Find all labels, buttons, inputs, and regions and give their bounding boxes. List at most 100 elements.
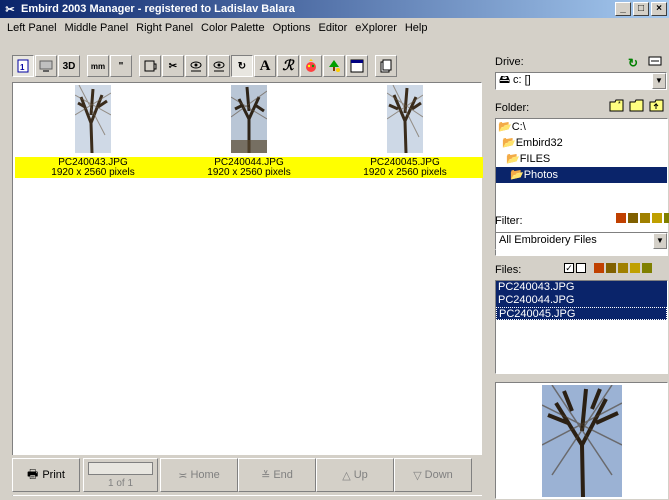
filter-select[interactable]: All Embroidery Files ▼ bbox=[495, 232, 668, 250]
chevron-down-icon[interactable]: ▼ bbox=[652, 73, 666, 89]
window-controls: _ □ × bbox=[613, 2, 667, 16]
monitor-icon[interactable] bbox=[35, 55, 57, 77]
title-bar: ✂ Embird 2003 Manager - registered to La… bbox=[0, 0, 669, 18]
view-list-icon[interactable] bbox=[618, 263, 628, 273]
view-grid-icon[interactable] bbox=[664, 213, 669, 223]
scissors-icon[interactable]: ✂ bbox=[162, 55, 184, 77]
checkbox-checked[interactable]: ✓ bbox=[564, 263, 574, 273]
drive-label: Drive: bbox=[495, 56, 524, 68]
menu-bar: Left Panel Middle Panel Right Panel Colo… bbox=[0, 18, 669, 37]
folder-item[interactable]: 📂FILES bbox=[496, 151, 667, 167]
refresh-icon[interactable]: ↻ bbox=[624, 54, 642, 72]
checkbox-unchecked[interactable] bbox=[576, 263, 586, 273]
view-small-icon[interactable] bbox=[606, 263, 616, 273]
folder-item-selected[interactable]: 📂Photos bbox=[496, 167, 667, 183]
tree-photo-thumbnail bbox=[387, 85, 423, 153]
menu-editor[interactable]: Editor bbox=[315, 22, 352, 34]
menu-help[interactable]: Help bbox=[401, 22, 432, 34]
thumbnail-item[interactable]: PC240043.JPG 1920 x 2560 pixels bbox=[15, 83, 171, 178]
view-grid-icon[interactable] bbox=[642, 263, 652, 273]
home-icon: ≍ bbox=[178, 469, 188, 482]
folder-item[interactable]: 📂C:\ bbox=[496, 119, 667, 135]
menu-explorer[interactable]: eXplorer bbox=[351, 22, 401, 34]
window-icon[interactable] bbox=[346, 55, 368, 77]
files-view-icons: ✓ bbox=[564, 263, 652, 273]
units-mm-button[interactable]: mm bbox=[87, 55, 109, 77]
view-3d-button[interactable]: 3D bbox=[58, 55, 80, 77]
minimize-button[interactable]: _ bbox=[615, 2, 631, 16]
menu-color-palette[interactable]: Color Palette bbox=[197, 22, 269, 34]
thumbnail-panel[interactable]: PC240043.JPG 1920 x 2560 pixels PC240044… bbox=[12, 82, 483, 496]
thumbnail-dimensions: 1920 x 2560 pixels bbox=[51, 167, 135, 178]
app-icon: ✂ bbox=[5, 3, 15, 16]
rotate-icon[interactable]: ↻ bbox=[231, 55, 253, 77]
thumbnail-item[interactable]: PC240045.JPG 1920 x 2560 pixels bbox=[327, 83, 483, 178]
one-per-page-icon[interactable]: 1 bbox=[12, 55, 34, 77]
view-small-icon[interactable] bbox=[628, 213, 638, 223]
view-large-icon[interactable] bbox=[616, 213, 626, 223]
view-list-icon[interactable] bbox=[640, 213, 650, 223]
open-folder-icon: 📂 bbox=[510, 169, 524, 181]
view-details-icon[interactable] bbox=[630, 263, 640, 273]
print-label: Print bbox=[42, 469, 65, 481]
open-folder-icon: 📂 bbox=[506, 153, 520, 165]
file-item[interactable]: PC240043.JPG bbox=[496, 281, 667, 294]
folder-item[interactable]: 📂Embird32 bbox=[496, 135, 667, 151]
maximize-button[interactable]: □ bbox=[633, 2, 649, 16]
color-palette-icon[interactable] bbox=[300, 55, 322, 77]
home-label: Home bbox=[190, 469, 220, 481]
thumbnail-caption: PC240043.JPG 1920 x 2560 pixels bbox=[15, 157, 171, 178]
menu-options[interactable]: Options bbox=[269, 22, 315, 34]
open-folder-icon: 📂 bbox=[498, 121, 512, 133]
page-scrollbar[interactable] bbox=[88, 462, 153, 475]
folder-name: Embird32 bbox=[515, 137, 563, 149]
end-button[interactable]: ≚ End bbox=[238, 458, 316, 492]
navigation-bar: 🖶 Print 1 of 1 ≍ Home ≚ End △ Up ▽ Down bbox=[12, 455, 482, 495]
up-arrow-icon: △ bbox=[342, 469, 351, 482]
menu-right-panel[interactable]: Right Panel bbox=[132, 22, 197, 34]
toolbar: 1 3D mm " ✂ ↻ A ℛ bbox=[12, 55, 398, 77]
chevron-down-icon[interactable]: ▼ bbox=[653, 233, 667, 249]
view-large-icon[interactable] bbox=[594, 263, 604, 273]
file-item[interactable]: PC240045.JPG bbox=[496, 307, 667, 320]
home-button[interactable]: ≍ Home bbox=[160, 458, 238, 492]
end-icon: ≚ bbox=[261, 469, 271, 482]
thumbnail-dimensions: 1920 x 2560 pixels bbox=[363, 167, 447, 178]
close-button[interactable]: × bbox=[651, 2, 667, 16]
drive-select[interactable]: 🖴 c: [] ▼ bbox=[495, 72, 667, 90]
drive-options-icon[interactable] bbox=[646, 54, 664, 72]
tree-icon[interactable] bbox=[323, 55, 345, 77]
filter-label: Filter: bbox=[495, 215, 523, 227]
files-label: Files: bbox=[495, 264, 522, 276]
hoop-icon[interactable] bbox=[139, 55, 161, 77]
view-details-icon[interactable] bbox=[652, 213, 662, 223]
down-label: Down bbox=[424, 469, 453, 481]
window-title: Embird 2003 Manager - registered to Ladi… bbox=[21, 3, 295, 15]
open-folder-icon: 📂 bbox=[502, 137, 516, 149]
page-indicator: 1 of 1 bbox=[107, 478, 134, 489]
file-item[interactable]: PC240044.JPG bbox=[496, 294, 667, 307]
svg-text:1: 1 bbox=[20, 63, 25, 72]
pages-icon[interactable] bbox=[375, 55, 397, 77]
menu-middle-panel[interactable]: Middle Panel bbox=[61, 22, 133, 34]
text-icon[interactable]: A bbox=[254, 55, 276, 77]
up-label: Up bbox=[353, 469, 368, 481]
end-label: End bbox=[273, 469, 293, 481]
text-italic-icon[interactable]: ℛ bbox=[277, 55, 299, 77]
page-scroller[interactable]: 1 of 1 bbox=[83, 458, 158, 492]
new-folder-icon[interactable]: * bbox=[608, 98, 626, 116]
eye-icon[interactable] bbox=[185, 55, 207, 77]
thumbnail-dimensions: 1920 x 2560 pixels bbox=[207, 167, 291, 178]
units-inch-button[interactable]: " bbox=[110, 55, 132, 77]
drive-value: c: [] bbox=[513, 74, 531, 86]
folder-up-icon[interactable] bbox=[648, 98, 666, 116]
thumbnail-item[interactable]: PC240044.JPG 1920 x 2560 pixels bbox=[171, 83, 327, 178]
down-button[interactable]: ▽ Down bbox=[394, 458, 472, 492]
folder-icon[interactable] bbox=[628, 98, 646, 116]
tree-photo-preview bbox=[541, 384, 623, 498]
print-button[interactable]: 🖶 Print bbox=[12, 458, 80, 492]
file-list[interactable]: PC240043.JPG PC240044.JPG PC240045.JPG bbox=[495, 280, 668, 374]
eye-alt-icon[interactable] bbox=[208, 55, 230, 77]
up-button[interactable]: △ Up bbox=[316, 458, 394, 492]
menu-left-panel[interactable]: Left Panel bbox=[3, 22, 61, 34]
